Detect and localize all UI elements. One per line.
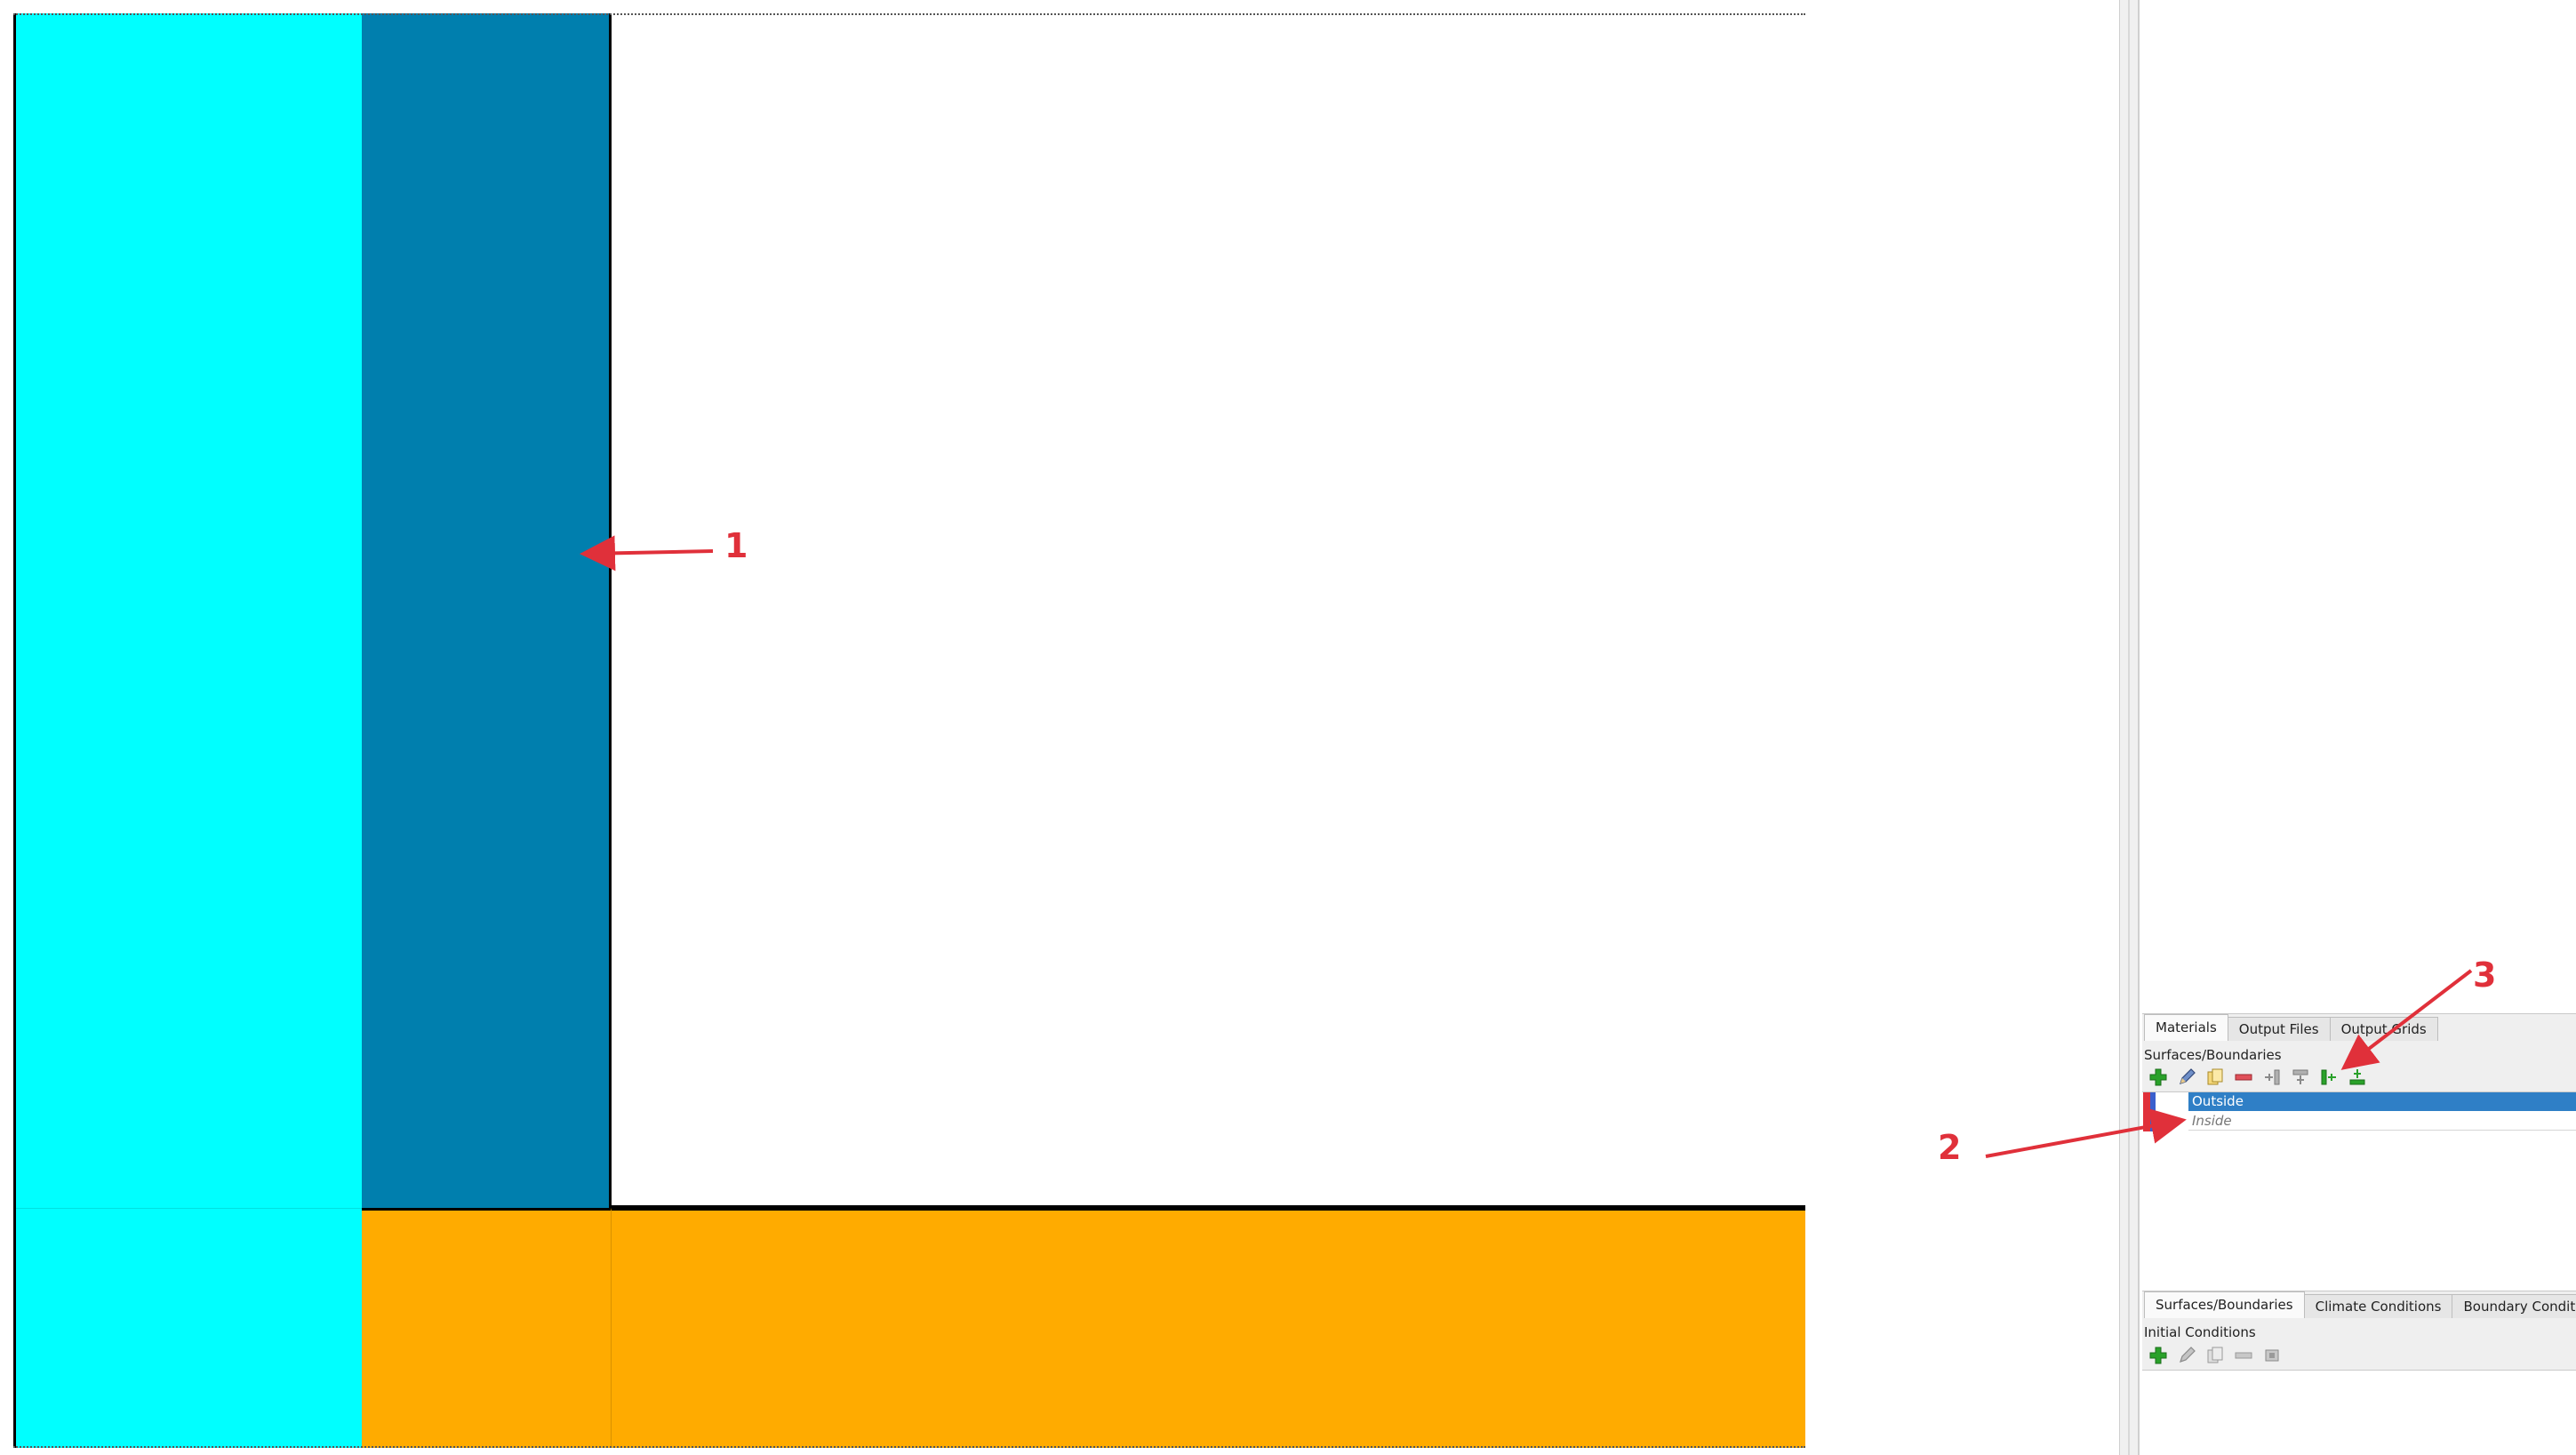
edit-icon — [2180, 1347, 2196, 1363]
material-region-cyan-bottom[interactable] — [13, 1208, 362, 1448]
remove-icon — [2235, 1074, 2252, 1081]
top-tab-bar: Materials Output Files Output Grids — [2144, 1014, 2438, 1041]
ic-add-button[interactable] — [2144, 1343, 2172, 1368]
assign-top-icon — [2292, 1069, 2308, 1084]
edit-icon — [2180, 1068, 2196, 1084]
surfaces-section-label: Surfaces/Boundaries — [2144, 1047, 2282, 1063]
copy-button[interactable] — [2201, 1065, 2229, 1090]
add-button[interactable] — [2144, 1065, 2172, 1090]
assign-right-icon — [2321, 1069, 2336, 1085]
bottom-tab-bar: Surfaces/Boundaries Climate Conditions B… — [2144, 1291, 2576, 1318]
ic-copy-button[interactable] — [2201, 1343, 2229, 1368]
annotation-label-3: 3 — [2473, 955, 2497, 995]
remove-icon — [2235, 1352, 2252, 1359]
ic-assign-button[interactable] — [2258, 1343, 2286, 1368]
application-window: Materials Output Files Output Grids Surf… — [0, 0, 2576, 1455]
initial-conditions-list — [2142, 1370, 2576, 1455]
tab-boundary-conditions[interactable]: Boundary Conditions — [2452, 1294, 2576, 1318]
initial-conditions-toolbar — [2144, 1343, 2286, 1368]
annotation-label-2: 2 — [1938, 1128, 1962, 1167]
copy-icon — [2207, 1347, 2223, 1363]
initial-conditions-label: Initial Conditions — [2144, 1324, 2256, 1340]
assign-left-icon — [2265, 1069, 2280, 1085]
list-item-outside[interactable]: Outside — [2188, 1092, 2576, 1111]
annotation-label-1: 1 — [724, 526, 748, 565]
boundary-line-left — [13, 13, 16, 1448]
ic-remove-button[interactable] — [2229, 1343, 2258, 1368]
add-icon — [2149, 1347, 2167, 1364]
material-region-blue[interactable] — [362, 13, 612, 1208]
splitter-handle — [2128, 0, 2130, 1455]
edit-button[interactable] — [2172, 1065, 2201, 1090]
tab-output-files[interactable]: Output Files — [2227, 1017, 2331, 1041]
assign-bottom-icon — [2349, 1069, 2365, 1085]
material-region-empty[interactable] — [612, 13, 1805, 1208]
boundary-line-top — [13, 13, 1805, 15]
assign-bottom-button[interactable] — [2343, 1065, 2372, 1090]
remove-button[interactable] — [2229, 1065, 2258, 1090]
list-item-inside[interactable]: Inside — [2188, 1112, 2576, 1131]
assign-left-button[interactable] — [2258, 1065, 2286, 1090]
boundary-line-bottom — [13, 1446, 1805, 1448]
ic-edit-button[interactable] — [2172, 1343, 2201, 1368]
assign-right-button[interactable] — [2315, 1065, 2343, 1090]
assign-icon — [2265, 1349, 2279, 1362]
tab-surfaces-boundaries[interactable]: Surfaces/Boundaries — [2144, 1291, 2305, 1318]
material-region-orange-left[interactable] — [362, 1208, 612, 1448]
surfaces-toolbar — [2144, 1065, 2372, 1090]
copy-icon — [2207, 1068, 2223, 1085]
tab-output-grids[interactable]: Output Grids — [2329, 1017, 2438, 1041]
material-region-orange-right[interactable] — [612, 1208, 1805, 1448]
tab-climate-conditions[interactable]: Climate Conditions — [2303, 1294, 2453, 1318]
swatch-outside — [2143, 1092, 2150, 1131]
assign-top-button[interactable] — [2286, 1065, 2315, 1090]
add-icon — [2149, 1068, 2167, 1086]
swatch-inside — [2150, 1092, 2156, 1131]
tab-materials[interactable]: Materials — [2144, 1014, 2228, 1041]
material-region-cyan-top[interactable] — [13, 13, 362, 1208]
